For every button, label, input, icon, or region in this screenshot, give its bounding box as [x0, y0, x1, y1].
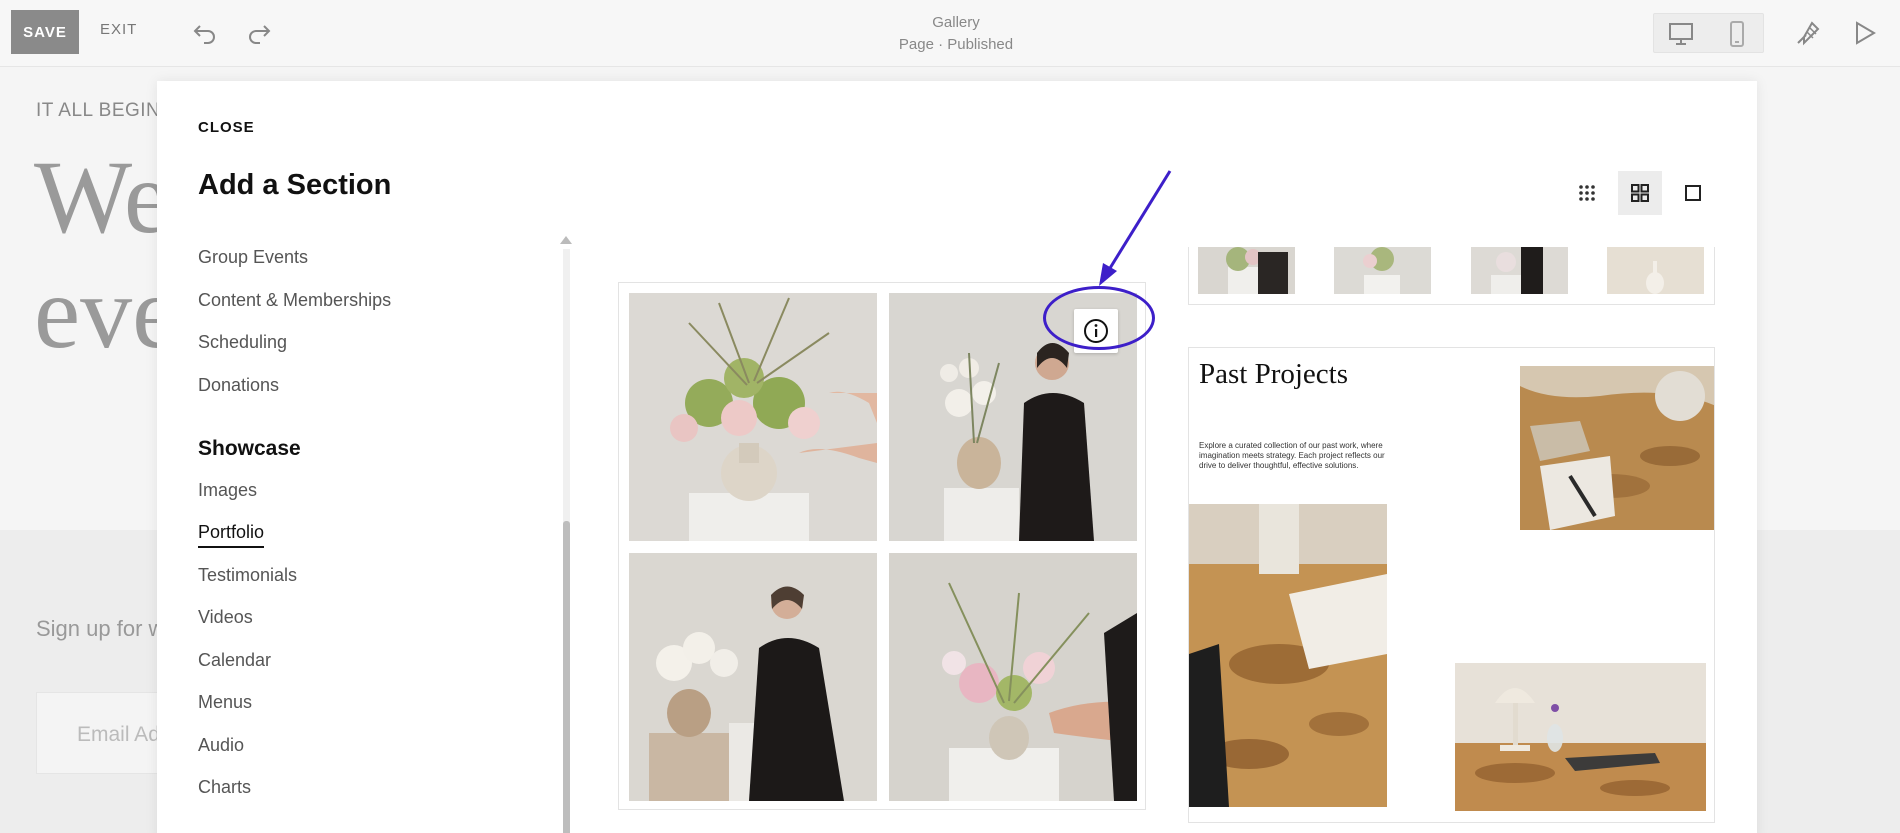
- category-audio[interactable]: Audio: [198, 735, 244, 756]
- category-images[interactable]: Images: [198, 480, 257, 501]
- editor-toolbar: SAVE EXIT Gallery Page · Published: [0, 0, 1900, 67]
- category-scheduling[interactable]: Scheduling: [198, 332, 287, 353]
- add-section-modal: CLOSE Add a Section Group Events Content…: [157, 81, 1757, 833]
- page-title-block: Gallery Page · Published: [856, 12, 1056, 56]
- template-thumbnail: [1198, 247, 1295, 294]
- past-projects-title: Past Projects: [1199, 358, 1349, 390]
- scroll-up-arrow-icon[interactable]: [560, 236, 572, 244]
- desktop-icon[interactable]: [1664, 17, 1698, 51]
- template-thumbnail: [1471, 247, 1568, 294]
- category-calendar[interactable]: Calendar: [198, 650, 271, 671]
- category-scrollbar-thumb[interactable]: [563, 521, 570, 833]
- category-portfolio[interactable]: Portfolio: [198, 522, 265, 548]
- category-testimonials[interactable]: Testimonials: [198, 565, 297, 586]
- save-button[interactable]: SAVE: [11, 10, 79, 54]
- mobile-icon[interactable]: [1720, 17, 1754, 51]
- category-group-events[interactable]: Group Events: [198, 247, 308, 268]
- exit-button[interactable]: EXIT: [100, 21, 137, 38]
- undo-icon[interactable]: [188, 16, 222, 50]
- newsletter-heading: Sign up for w: [36, 616, 165, 641]
- grid-large-icon[interactable]: [1618, 171, 1662, 215]
- email-placeholder: Email Ad: [77, 723, 160, 746]
- template-thumbnail: [1334, 247, 1431, 294]
- page-title: Gallery: [932, 14, 980, 31]
- portfolio-template-card-partial[interactable]: [1188, 247, 1715, 305]
- page-status: Page · Published: [898, 36, 1014, 53]
- template-photo-desk-2: [1189, 504, 1387, 807]
- grid-small-icon[interactable]: [1565, 171, 1609, 215]
- redo-icon[interactable]: [242, 16, 276, 50]
- single-view-icon[interactable]: [1671, 171, 1715, 215]
- design-brush-icon[interactable]: [1791, 16, 1825, 50]
- page-eyebrow: IT ALL BEGINS: [36, 100, 174, 121]
- device-toggle: [1653, 13, 1764, 53]
- annotation-arrow-icon: [1099, 170, 1172, 286]
- template-thumbnail: [1607, 247, 1704, 294]
- template-photo-desk-3: [1455, 663, 1706, 811]
- close-button[interactable]: CLOSE: [198, 119, 255, 136]
- category-videos[interactable]: Videos: [198, 607, 253, 628]
- template-photo-florist-3: [629, 553, 877, 801]
- category-menus[interactable]: Menus: [198, 692, 252, 713]
- modal-title: Add a Section: [198, 169, 392, 201]
- category-charts[interactable]: Charts: [198, 777, 251, 798]
- portfolio-template-card-grid[interactable]: [618, 282, 1146, 810]
- past-projects-description: Explore a curated collection of our past…: [1199, 441, 1385, 470]
- category-content-memberships[interactable]: Content & Memberships: [198, 290, 391, 311]
- annotation-ellipse: [1043, 286, 1155, 350]
- showcase-heading: Showcase: [198, 437, 301, 460]
- portfolio-template-card-past-projects[interactable]: Past Projects Explore a curated collecti…: [1188, 347, 1715, 823]
- template-photo-desk-1: [1520, 366, 1714, 530]
- template-photo-florist-1: [629, 293, 877, 541]
- preview-play-icon[interactable]: [1848, 16, 1882, 50]
- category-donations[interactable]: Donations: [198, 375, 279, 396]
- template-photo-florist-4: [889, 553, 1137, 801]
